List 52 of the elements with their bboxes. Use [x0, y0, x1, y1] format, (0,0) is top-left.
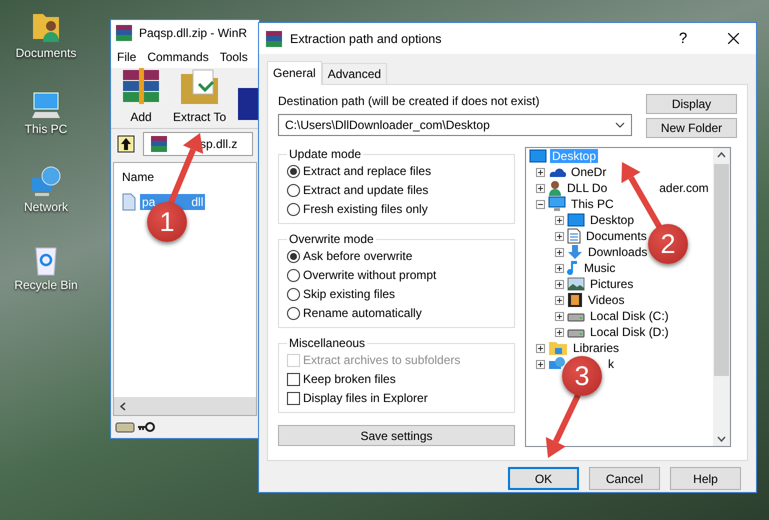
tree-item-label[interactable]: ader.com	[659, 181, 709, 195]
option-label: Display files in Explorer	[303, 391, 428, 405]
desktop-icon-label[interactable]: Network	[24, 200, 68, 214]
side-button[interactable]: New Folder	[646, 118, 737, 138]
side-button[interactable]: Display	[646, 94, 737, 114]
menu-item[interactable]: File	[117, 50, 136, 64]
option-label: Rename automatically	[303, 306, 422, 320]
tree-item-label[interactable]: Videos	[586, 293, 626, 307]
menu-item[interactable]: Tools	[220, 50, 248, 64]
toolbar-button[interactable]: Extract To	[173, 66, 226, 124]
option-label: Skip existing files	[303, 287, 396, 301]
field-label: Destination path (will be created if does not exist)	[278, 94, 540, 108]
desktop-icon-label[interactable]: Recycle Bin	[14, 278, 78, 292]
tab[interactable]: Advanced	[322, 63, 388, 84]
column-header[interactable]: Name	[114, 163, 256, 191]
option-label: Extract and replace files	[303, 164, 432, 178]
save-settings-button[interactable]: Save settings	[278, 425, 515, 446]
tree-item-label[interactable]: Music	[582, 261, 618, 275]
tab[interactable]: General	[267, 61, 322, 85]
tree-item-label[interactable]: Libraries	[571, 341, 622, 355]
option-label: Extract archives to subfolders	[303, 353, 460, 367]
option-label: Ask before overwrite	[303, 249, 412, 263]
destination-path-field[interactable]: C:\Users\DllDownloader_com\Desktop	[278, 114, 632, 136]
dialog-button[interactable]: Help	[670, 467, 741, 490]
dialog-title: Extraction path and options	[290, 32, 442, 46]
path-value: C:\Users\DllDownloader_com\Desktop	[285, 118, 490, 132]
menu-item[interactable]: Commands	[147, 50, 209, 64]
help-button[interactable]: ?	[663, 30, 703, 47]
window-title: Paqsp.dll.zip - WinR	[139, 26, 248, 40]
tree-item-label[interactable]: k	[606, 357, 616, 371]
tree-item-label[interactable]: This PC	[569, 197, 616, 211]
dialog-button[interactable]: Cancel	[589, 467, 660, 490]
group-title: Miscellaneous	[288, 336, 366, 350]
group-title: Overwrite mode	[288, 232, 375, 246]
tree-item-label[interactable]: Local Disk (D:)	[588, 325, 671, 339]
tree-item-label[interactable]: Downloads	[586, 245, 650, 259]
option-label: Overwrite without prompt	[303, 268, 436, 282]
dialog-button[interactable]: OK	[508, 467, 579, 490]
option-label: Extract and update files	[303, 183, 428, 197]
tree-item-label[interactable]: Desktop	[588, 213, 636, 227]
desktop-icon-label[interactable]: Documents	[16, 46, 76, 60]
option-label: Fresh existing files only	[303, 202, 428, 216]
tree-item-label[interactable]: DLL Do	[565, 181, 610, 195]
tree-item-label[interactable]: OneDr	[569, 165, 608, 179]
group-title: Update mode	[288, 147, 362, 161]
toolbar-button[interactable]: Add	[119, 66, 163, 124]
tree-item-label[interactable]: Documents	[584, 229, 649, 243]
file-name: dll	[191, 195, 204, 209]
desktop-icon-label[interactable]: This PC	[24, 122, 68, 136]
option-label: Keep broken files	[303, 372, 396, 386]
tree-item-label[interactable]: Local Disk (C:)	[588, 309, 671, 323]
tree-item-label[interactable]: Pictures	[588, 277, 636, 291]
